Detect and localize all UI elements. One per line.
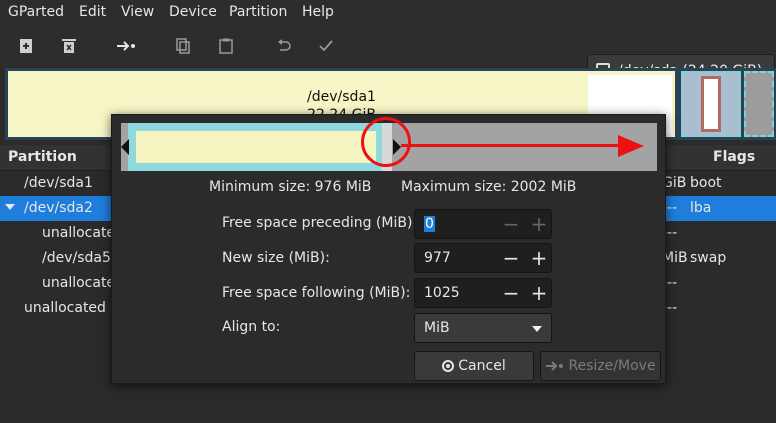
- cancel-icon: [442, 360, 455, 372]
- column-partition[interactable]: Partition: [8, 149, 77, 165]
- minus-icon[interactable]: −: [497, 210, 525, 238]
- row-partition: /dev/sda5: [42, 250, 111, 266]
- annotation-arrow-head: [618, 135, 644, 157]
- minus-icon[interactable]: −: [497, 244, 525, 272]
- free-following-spinner[interactable]: 1025 − +: [414, 278, 552, 308]
- menu-device[interactable]: Device: [169, 4, 217, 20]
- toolbar: /dev/sda (24.20 GiB): [0, 26, 776, 88]
- menu-view[interactable]: View: [121, 4, 154, 20]
- free-following-value[interactable]: 1025: [424, 285, 460, 301]
- plus-icon[interactable]: +: [525, 279, 553, 307]
- copy-icon[interactable]: [171, 34, 195, 58]
- new-size-value[interactable]: 977: [424, 250, 451, 266]
- annotation-arrow-line: [401, 144, 627, 147]
- chevron-down-icon: [532, 326, 542, 332]
- cancel-label: Cancel: [458, 358, 506, 374]
- map-partition-name: /dev/sda1: [307, 89, 376, 105]
- apply-icon[interactable]: [314, 34, 338, 58]
- free-preceding-spinner[interactable]: 0 − +: [414, 209, 552, 239]
- free-preceding-label: Free space preceding (MiB):: [222, 215, 418, 231]
- cancel-button[interactable]: Cancel: [414, 351, 534, 381]
- resize-move-icon[interactable]: [114, 34, 138, 58]
- new-size-spinner[interactable]: 977 − +: [414, 243, 552, 273]
- max-size-label: Maximum size: 2002 MiB: [401, 179, 577, 195]
- menu-gparted[interactable]: GParted: [8, 4, 64, 20]
- map-extended-partition[interactable]: [681, 71, 741, 137]
- row-partition: unallocated: [24, 300, 106, 316]
- paste-icon[interactable]: [214, 34, 238, 58]
- resize-move-button[interactable]: Resize/Move: [540, 351, 661, 381]
- resizer-used-space: [136, 131, 376, 163]
- free-preceding-value[interactable]: 0: [424, 216, 435, 232]
- new-icon[interactable]: [14, 34, 38, 58]
- minus-icon[interactable]: −: [497, 279, 525, 307]
- menu-partition[interactable]: Partition: [229, 4, 287, 20]
- expander-icon[interactable]: [5, 204, 15, 210]
- delete-icon[interactable]: [57, 34, 81, 58]
- menu-edit[interactable]: Edit: [79, 4, 106, 20]
- align-to-select[interactable]: MiB: [414, 313, 552, 343]
- min-size-label: Minimum size: 976 MiB: [209, 179, 372, 195]
- menu-help[interactable]: Help: [302, 4, 334, 20]
- map-unallocated[interactable]: [744, 71, 774, 137]
- resize-move-icon: [546, 361, 564, 371]
- resize-handle-left-icon[interactable]: [121, 139, 129, 155]
- resizer-partition[interactable]: [128, 123, 392, 171]
- align-to-value: MiB: [424, 320, 450, 336]
- annotation-circle: [361, 117, 411, 167]
- row-flags: swap: [690, 250, 727, 266]
- row-partition: /dev/sda2: [24, 200, 93, 216]
- free-following-label: Free space following (MiB):: [222, 285, 411, 301]
- resize-move-dialog: Minimum size: 976 MiB Maximum size: 2002…: [111, 114, 666, 384]
- row-partition: /dev/sda1: [24, 175, 93, 191]
- row-flags: boot: [690, 175, 722, 191]
- new-size-label: New size (MiB):: [222, 250, 330, 266]
- resize-move-label: Resize/Move: [568, 358, 656, 374]
- undo-icon[interactable]: [272, 34, 296, 58]
- menu-bar: GParted Edit View Device Partition Help: [0, 0, 776, 26]
- plus-icon[interactable]: +: [525, 244, 553, 272]
- align-to-label: Align to:: [222, 319, 281, 335]
- row-flags: lba: [690, 200, 712, 216]
- map-partition-sda5[interactable]: [701, 76, 721, 132]
- column-flags[interactable]: Flags: [713, 149, 755, 165]
- plus-icon[interactable]: +: [525, 210, 553, 238]
